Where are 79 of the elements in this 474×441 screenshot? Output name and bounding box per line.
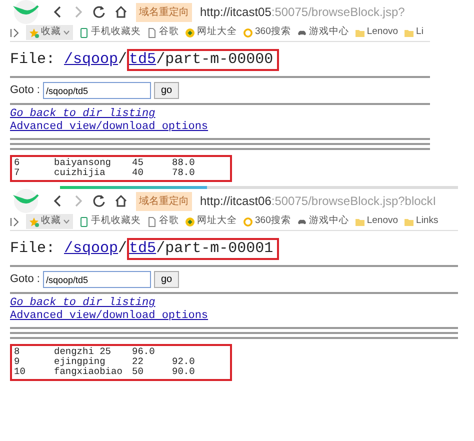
data-cell-text: ejingping xyxy=(54,357,106,367)
back-link[interactable]: Go back to dir listing xyxy=(10,108,430,121)
data-cell-text: 22 xyxy=(132,357,144,367)
ring-icon xyxy=(243,28,253,38)
file-label: File: xyxy=(10,51,56,68)
bookmark[interactable]: 收藏 xyxy=(26,25,73,40)
sidebar-toggle-icon[interactable] xyxy=(10,216,20,226)
options-link[interactable]: Advanced view/download options xyxy=(10,121,430,134)
bookmark[interactable]: 手机收藏夹 xyxy=(79,25,141,40)
file-name: /part-m-00000 xyxy=(156,51,274,68)
data-cell-text: 45 xyxy=(132,158,144,168)
go-button[interactable]: go xyxy=(154,271,180,288)
bookmark[interactable]: 谷歌 xyxy=(147,25,179,40)
bookmark[interactable]: 游戏中心 xyxy=(296,25,349,40)
path-separator: / xyxy=(118,51,128,68)
path-link[interactable]: /sqoop xyxy=(64,240,118,257)
bookmark[interactable]: 网址大全 xyxy=(185,25,237,40)
sidebar-toggle-icon[interactable] xyxy=(10,28,20,38)
data-cell-text: 78.0 xyxy=(172,168,196,178)
data-cell-text: cuizhijia xyxy=(54,168,106,178)
goto-field[interactable]: /sqoop/td5 xyxy=(42,82,151,99)
globe-icon xyxy=(185,28,195,38)
file-label: File: xyxy=(10,240,56,257)
globe-icon xyxy=(185,216,195,226)
go-button[interactable]: go xyxy=(154,82,180,99)
folder-icon xyxy=(354,28,365,38)
folder-icon xyxy=(404,28,414,38)
data-cell-text: 6 xyxy=(14,158,21,168)
options-link[interactable]: Advanced view/download options xyxy=(10,310,458,323)
bookmark[interactable]: Links xyxy=(404,214,438,229)
page-icon xyxy=(147,216,157,226)
directory-link[interactable]: td5 xyxy=(129,240,156,257)
data-cell-text: 92.0 xyxy=(172,357,196,367)
file-name: /part-m-00001 xyxy=(156,240,274,257)
bookmark[interactable]: Lenovo xyxy=(354,25,398,40)
redirect-badge: 域名重定向 xyxy=(136,192,192,210)
address-bar[interactable]: http://itcast05:50075/browseBlock.jsp? xyxy=(200,3,405,21)
data-cell-text: 50 xyxy=(132,367,144,377)
bookmark[interactable]: 手机收藏夹 xyxy=(79,214,141,229)
bookmark[interactable]: 谷歌 xyxy=(147,214,179,229)
bookmark[interactable]: Li xyxy=(404,25,424,40)
bookmark[interactable]: 收藏 xyxy=(26,214,73,229)
bookmark[interactable]: Lenovo xyxy=(354,214,398,229)
data-cell-text: baiyansong xyxy=(54,158,112,168)
folder-icon xyxy=(404,216,414,226)
page-icon xyxy=(147,28,157,38)
reload-icon[interactable] xyxy=(92,194,106,208)
goto-label: Goto : xyxy=(10,272,40,288)
path-link[interactable]: /sqoop xyxy=(64,51,118,68)
back-link[interactable]: Go back to dir listing xyxy=(10,297,458,310)
data-cell-text: 10 xyxy=(14,367,26,377)
data-cell-text: 8 xyxy=(14,347,21,357)
home-icon[interactable] xyxy=(114,5,128,19)
folder-icon xyxy=(354,216,365,226)
bookmark[interactable]: 360搜索 xyxy=(243,214,291,229)
data-cell-text: 88.0 xyxy=(172,158,196,168)
data-cell-text: 96.0 xyxy=(132,347,156,357)
directory-link[interactable]: td5 xyxy=(129,51,156,68)
reload-icon[interactable] xyxy=(92,5,106,19)
path-separator: / xyxy=(118,240,128,257)
phone-icon xyxy=(79,28,89,38)
data-cell-text: fangxiaobiao xyxy=(54,367,124,377)
home-icon[interactable] xyxy=(114,194,128,208)
redirect-badge: 域名重定向 xyxy=(136,2,192,22)
bookmark[interactable]: 网址大全 xyxy=(185,214,237,229)
star-icon xyxy=(29,216,39,226)
address-bar[interactable]: http://itcast06:50075/browseBlock.jsp?blockI xyxy=(200,192,436,210)
ring-icon xyxy=(243,216,253,226)
phone-icon xyxy=(79,216,89,226)
goto-label: Goto : xyxy=(10,83,40,98)
data-cell-text: dengzhi 25 xyxy=(54,347,112,357)
goto-field[interactable]: /sqoop/td5 xyxy=(42,271,151,288)
bookmark[interactable]: 游戏中心 xyxy=(296,214,349,229)
star-icon xyxy=(29,28,39,38)
data-cell-text: 90.0 xyxy=(172,367,196,377)
data-cell-text: 40 xyxy=(132,168,144,178)
data-cell-text: 9 xyxy=(14,357,21,367)
bookmark[interactable]: 360搜索 xyxy=(243,25,291,40)
data-cell-text: 7 xyxy=(14,168,21,178)
